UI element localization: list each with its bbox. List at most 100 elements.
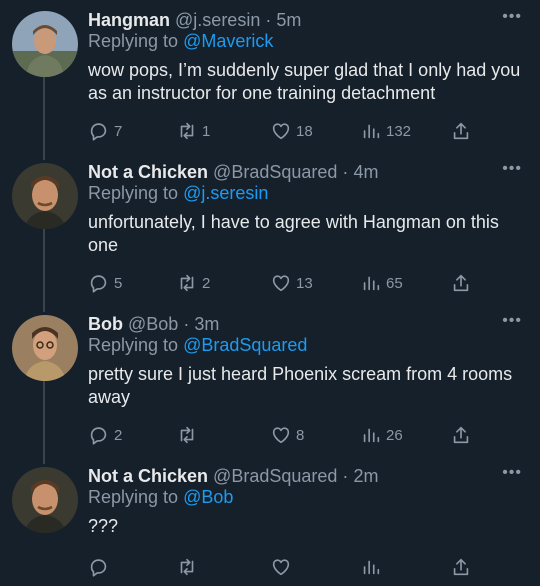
tweet-not-a-chicken[interactable]: Not a Chicken @BradSquared · 4m ••• Repl… <box>0 161 540 311</box>
heart-icon <box>272 427 290 444</box>
views-count: 26 <box>386 426 403 444</box>
replying-to: Replying to @Bob <box>88 486 233 508</box>
like-button[interactable] <box>270 555 296 579</box>
like-count: 18 <box>296 122 313 140</box>
replying-to: Replying to @BradSquared <box>88 334 307 356</box>
user-handle[interactable]: @j.seresin <box>175 10 260 30</box>
display-name[interactable]: Hangman <box>88 10 170 30</box>
like-button[interactable]: 18 <box>270 119 313 143</box>
views-count: 132 <box>386 122 412 140</box>
avatar[interactable] <box>12 163 78 229</box>
tweet-hangman[interactable]: Hangman @j.seresin · 5m ••• Replying to … <box>0 9 540 159</box>
reply-count: 2 <box>114 426 123 444</box>
action-bar: 2 8 26 <box>88 423 488 447</box>
retweet-count: 2 <box>202 274 211 292</box>
mention-link[interactable]: @Maverick <box>183 31 273 51</box>
views-button[interactable]: 26 <box>360 423 403 447</box>
reply-button[interactable]: 2 <box>88 423 122 447</box>
separator-dot: · <box>265 10 272 30</box>
tweet-header: Not a Chicken @BradSquared · 2m <box>88 465 378 487</box>
tweet-not-a-chicken-2[interactable]: Not a Chicken @BradSquared · 2m ••• Repl… <box>0 465 540 586</box>
retweet-button[interactable] <box>176 555 202 579</box>
user-handle[interactable]: @BradSquared <box>213 162 337 182</box>
heart-icon <box>272 275 290 292</box>
tweet-header: Bob @Bob · 3m <box>88 313 219 335</box>
views-count: 65 <box>386 274 403 292</box>
reply-count: 5 <box>114 274 123 292</box>
display-name[interactable]: Not a Chicken <box>88 162 208 182</box>
share-icon <box>453 122 469 140</box>
views-icon <box>363 124 380 139</box>
reply-button[interactable]: 5 <box>88 271 122 295</box>
views-button[interactable]: 132 <box>360 119 411 143</box>
views-button[interactable] <box>360 555 386 579</box>
like-count: 8 <box>296 426 305 444</box>
retweet-icon <box>180 274 194 292</box>
separator-dot: · <box>183 314 190 334</box>
heart-icon <box>272 123 290 140</box>
avatar[interactable] <box>12 11 78 77</box>
replying-prefix: Replying to <box>88 31 179 51</box>
more-icon[interactable]: ••• <box>502 9 522 25</box>
action-bar: 7 1 18 132 <box>88 119 488 143</box>
retweet-icon <box>180 426 194 444</box>
reply-button[interactable] <box>88 555 114 579</box>
timestamp[interactable]: 4m <box>353 162 378 182</box>
mention-link[interactable]: @BradSquared <box>183 335 307 355</box>
mention-link[interactable]: @j.seresin <box>183 183 268 203</box>
views-icon <box>363 276 380 291</box>
replying-to: Replying to @j.seresin <box>88 182 268 204</box>
share-button[interactable] <box>450 423 472 447</box>
action-bar: 5 2 13 65 <box>88 271 488 295</box>
reply-button[interactable]: 7 <box>88 119 122 143</box>
tweet-header: Not a Chicken @BradSquared · 4m <box>88 161 378 183</box>
timestamp[interactable]: 5m <box>276 10 301 30</box>
reply-icon <box>90 275 107 293</box>
reply-icon <box>90 427 107 445</box>
user-handle[interactable]: @Bob <box>128 314 178 334</box>
tweet-text: wow pops, I’m suddenly super glad that I… <box>88 60 521 103</box>
reply-count: 7 <box>114 122 123 140</box>
retweet-icon <box>180 558 194 576</box>
retweet-button[interactable]: 2 <box>176 271 210 295</box>
tweet-text: unfortunately, I have to agree with Hang… <box>88 212 499 255</box>
share-button[interactable] <box>450 271 472 295</box>
avatar[interactable] <box>12 467 78 533</box>
timestamp[interactable]: 2m <box>353 466 378 486</box>
retweet-icon <box>180 122 194 140</box>
share-button[interactable] <box>450 119 472 143</box>
replying-prefix: Replying to <box>88 183 179 203</box>
views-icon <box>363 560 380 575</box>
replying-to: Replying to @Maverick <box>88 30 273 52</box>
more-icon[interactable]: ••• <box>502 465 522 481</box>
user-handle[interactable]: @BradSquared <box>213 466 337 486</box>
separator-dot: · <box>342 466 349 486</box>
timestamp[interactable]: 3m <box>194 314 219 334</box>
tweet-bob[interactable]: Bob @Bob · 3m ••• Replying to @BradSquar… <box>0 313 540 463</box>
like-count: 13 <box>296 274 313 292</box>
replying-prefix: Replying to <box>88 487 179 507</box>
like-button[interactable]: 8 <box>270 423 304 447</box>
more-icon[interactable]: ••• <box>502 313 522 329</box>
retweet-button[interactable] <box>176 423 202 447</box>
retweet-count: 1 <box>202 122 211 140</box>
tweet-text: pretty sure I just heard Phoenix scream … <box>88 364 513 407</box>
tweet-header: Hangman @j.seresin · 5m <box>88 9 301 31</box>
separator-dot: · <box>342 162 349 182</box>
share-button[interactable] <box>450 555 472 579</box>
views-button[interactable]: 65 <box>360 271 403 295</box>
mention-link[interactable]: @Bob <box>183 487 233 507</box>
replying-prefix: Replying to <box>88 335 179 355</box>
reply-icon <box>90 123 107 141</box>
share-icon <box>453 274 469 292</box>
heart-icon <box>272 559 290 576</box>
tweet-text: ??? <box>88 516 119 536</box>
action-bar <box>88 555 488 579</box>
display-name[interactable]: Bob <box>88 314 123 334</box>
like-button[interactable]: 13 <box>270 271 313 295</box>
retweet-button[interactable]: 1 <box>176 119 210 143</box>
share-icon <box>453 558 469 576</box>
more-icon[interactable]: ••• <box>502 161 522 177</box>
display-name[interactable]: Not a Chicken <box>88 466 208 486</box>
avatar[interactable] <box>12 315 78 381</box>
